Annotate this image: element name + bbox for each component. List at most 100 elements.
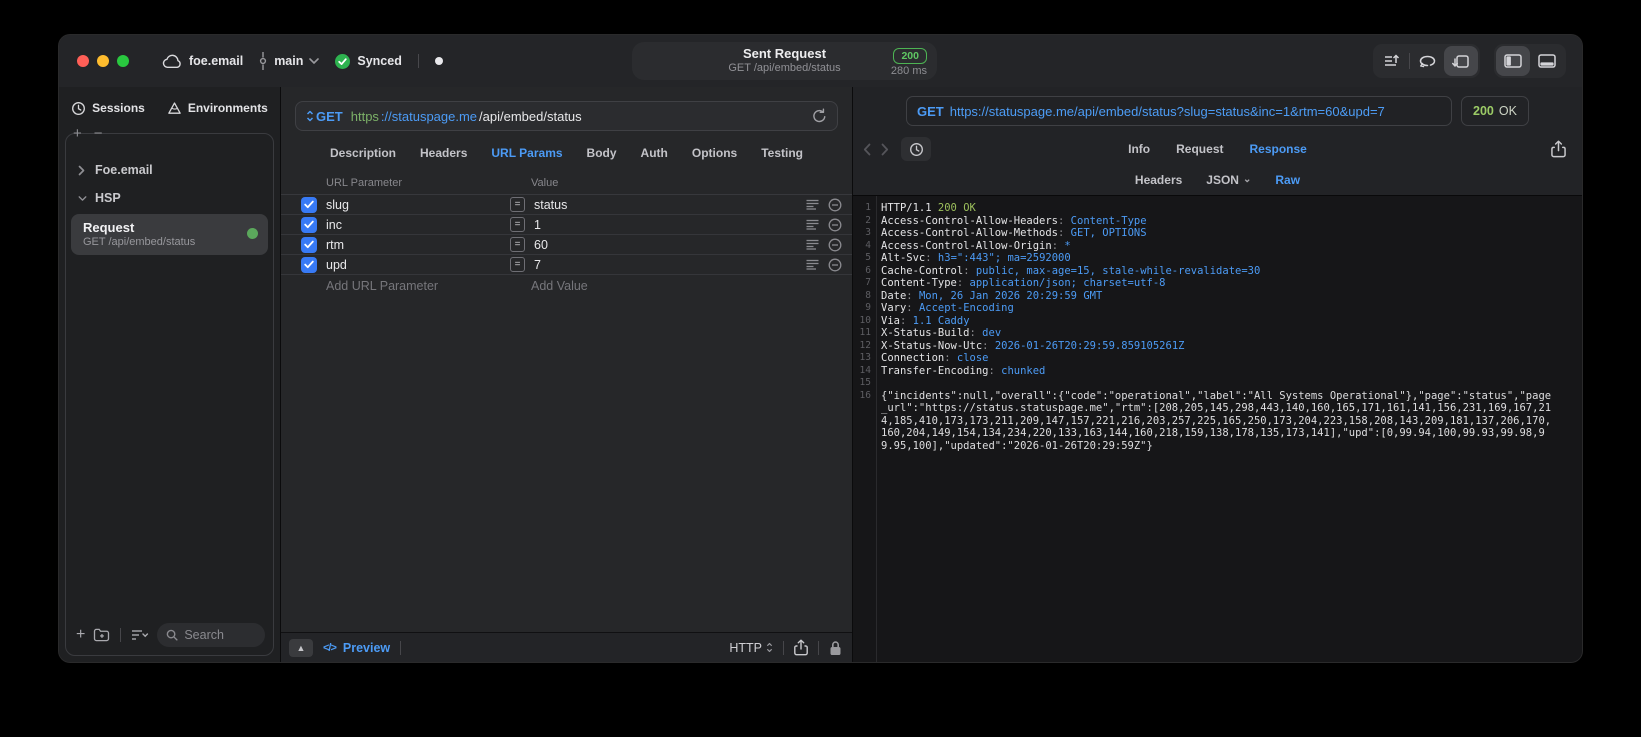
raw-lines: 1 HTTP/1.1 200 OK 2 Access-Control-Allow-He…	[853, 202, 1582, 452]
remove-row-icon[interactable]	[828, 198, 842, 212]
tree-group-foe-email[interactable]: Foe.email	[66, 156, 273, 184]
cloud-icon	[162, 54, 183, 69]
divider	[783, 640, 784, 655]
param-row[interactable]: rtm = 60	[281, 235, 852, 255]
remove-row-icon[interactable]	[828, 258, 842, 272]
tab-auth[interactable]: Auth	[641, 146, 668, 160]
send-to-panel-button[interactable]	[1444, 46, 1478, 76]
param-enabled-checkbox[interactable]	[301, 216, 317, 233]
param-name[interactable]: rtm	[326, 238, 510, 252]
param-name[interactable]: upd	[326, 258, 510, 272]
sidebar-tab-environments-label: Environments	[187, 101, 268, 115]
text-lines-icon[interactable]	[806, 199, 819, 210]
param-enabled-checkbox[interactable]	[301, 256, 317, 273]
text-lines-icon[interactable]	[806, 219, 819, 230]
response-method: GET	[917, 103, 944, 119]
param-row[interactable]: upd = 7	[281, 255, 852, 275]
sidebar-tab-environments[interactable]: Environments	[167, 101, 268, 116]
response-subtabs: Headers JSON ⌄ Raw	[853, 165, 1582, 195]
branch-selector[interactable]: main	[258, 52, 320, 70]
tab-headers[interactable]: Headers	[1135, 173, 1182, 187]
tab-json[interactable]: JSON ⌄	[1206, 173, 1251, 187]
code-line: 10 Via: 1.1 Caddy	[859, 314, 970, 327]
request-method[interactable]: GET	[316, 109, 343, 124]
tab-testing[interactable]: Testing	[761, 146, 803, 160]
param-value[interactable]: status	[534, 198, 806, 212]
titlebar: foe.email main Synced Sent Request GET /…	[59, 35, 1582, 87]
param-value[interactable]: 7	[534, 258, 806, 272]
sidebar-tab-sessions[interactable]: Sessions	[71, 101, 145, 116]
sent-request-pill[interactable]: Sent Request GET /api/embed/status 200 2…	[632, 42, 937, 80]
sort-filter-button[interactable]	[131, 629, 149, 641]
new-request-button[interactable]: +	[76, 626, 85, 644]
search-input[interactable]	[184, 628, 256, 642]
search-icon	[166, 629, 178, 641]
response-url: https://statuspage.me/api/embed/status?s…	[949, 103, 1385, 119]
tab-response[interactable]: Response	[1249, 142, 1306, 156]
add-item-button[interactable]: +	[73, 125, 82, 142]
param-name[interactable]: inc	[326, 218, 510, 232]
remove-row-icon[interactable]	[828, 218, 842, 232]
param-name[interactable]: slug	[326, 198, 510, 212]
code-line: 1 HTTP/1.1 200 OK	[865, 202, 976, 214]
remove-row-icon[interactable]	[828, 238, 842, 252]
requests-list-button[interactable]	[1375, 46, 1409, 76]
param-enabled-checkbox[interactable]	[301, 236, 317, 253]
param-row[interactable]: slug = status	[281, 195, 852, 215]
param-enabled-checkbox[interactable]	[301, 196, 317, 213]
code-line: 11 X-Status-Build: dev	[859, 327, 1002, 339]
text-lines-icon[interactable]	[806, 259, 819, 270]
tab-body[interactable]: Body	[587, 146, 617, 160]
tab-url-params[interactable]: URL Params	[491, 146, 562, 160]
param-row[interactable]: inc = 1	[281, 215, 852, 235]
minimize-window-button[interactable]	[97, 55, 109, 67]
response-raw-view[interactable]: 1 HTTP/1.1 200 OK 2 Access-Control-Allow-He…	[853, 195, 1582, 662]
param-rows: slug = status inc = 1 rtm = 60 upd = 7	[281, 195, 852, 275]
tab-description[interactable]: Description	[330, 146, 396, 160]
request-tree: Foe.email HSP Request GET /api/embed/sta…	[66, 134, 273, 621]
code-line: 8 Date: Mon, 26 Jan 2026 20:29:59 GMT	[865, 289, 1103, 302]
request-duration: 280 ms	[890, 65, 927, 77]
chevron-right-icon	[78, 165, 87, 176]
app-window: foe.email main Synced Sent Request GET /…	[59, 35, 1582, 662]
method-select-icon	[306, 110, 314, 122]
response-status-code: 200	[1473, 104, 1494, 118]
reload-icon[interactable]	[812, 108, 827, 124]
status-code-badge: 200	[893, 48, 927, 64]
zoom-window-button[interactable]	[117, 55, 129, 67]
tab-raw[interactable]: Raw	[1275, 173, 1300, 187]
tree-item-request-selected[interactable]: Request GET /api/embed/status	[71, 214, 268, 255]
project-cloud-menu[interactable]: foe.email	[162, 54, 243, 69]
share-icon[interactable]	[794, 639, 808, 656]
tab-info[interactable]: Info	[1128, 142, 1150, 156]
divider	[400, 640, 402, 655]
layout-bottombar-toggle[interactable]	[1530, 46, 1564, 76]
response-url-box[interactable]: GET https://statuspage.me/api/embed/stat…	[906, 96, 1452, 126]
tab-headers[interactable]: Headers	[420, 146, 467, 160]
add-param-row[interactable]: Add URL Parameter Add Value	[281, 275, 852, 297]
request-item-title: Request	[83, 220, 135, 235]
collapse-panel-button[interactable]: ▲	[289, 638, 313, 657]
divider	[120, 628, 122, 642]
protocol-selector[interactable]: HTTP	[729, 641, 773, 655]
layout-sidebar-toggle[interactable]	[1496, 46, 1530, 76]
flow-loop-button[interactable]	[1410, 46, 1444, 76]
tab-request[interactable]: Request	[1176, 142, 1223, 156]
preview-button[interactable]: </> Preview	[323, 641, 390, 655]
sent-request-title: Sent Request	[742, 46, 827, 61]
url-path: /api/embed/status	[479, 108, 582, 124]
new-folder-button[interactable]	[93, 628, 110, 642]
add-param-value-placeholder[interactable]: Add Value	[531, 279, 588, 293]
sync-status[interactable]: Synced	[334, 53, 402, 70]
text-lines-icon[interactable]	[806, 239, 819, 250]
request-url-bar[interactable]: GET https://statuspage.me/api/embed/stat…	[295, 101, 838, 131]
lock-icon[interactable]	[829, 640, 842, 656]
add-param-name-placeholder[interactable]: Add URL Parameter	[326, 279, 531, 293]
remove-item-button[interactable]: −	[94, 125, 103, 142]
close-window-button[interactable]	[77, 55, 89, 67]
code-line: 6 Cache-Control: public, max-age=15, stal…	[865, 264, 1261, 277]
param-value[interactable]: 60	[534, 238, 806, 252]
tree-group-hsp[interactable]: HSP	[66, 184, 273, 212]
param-value[interactable]: 1	[534, 218, 806, 232]
tab-options[interactable]: Options	[692, 146, 737, 160]
